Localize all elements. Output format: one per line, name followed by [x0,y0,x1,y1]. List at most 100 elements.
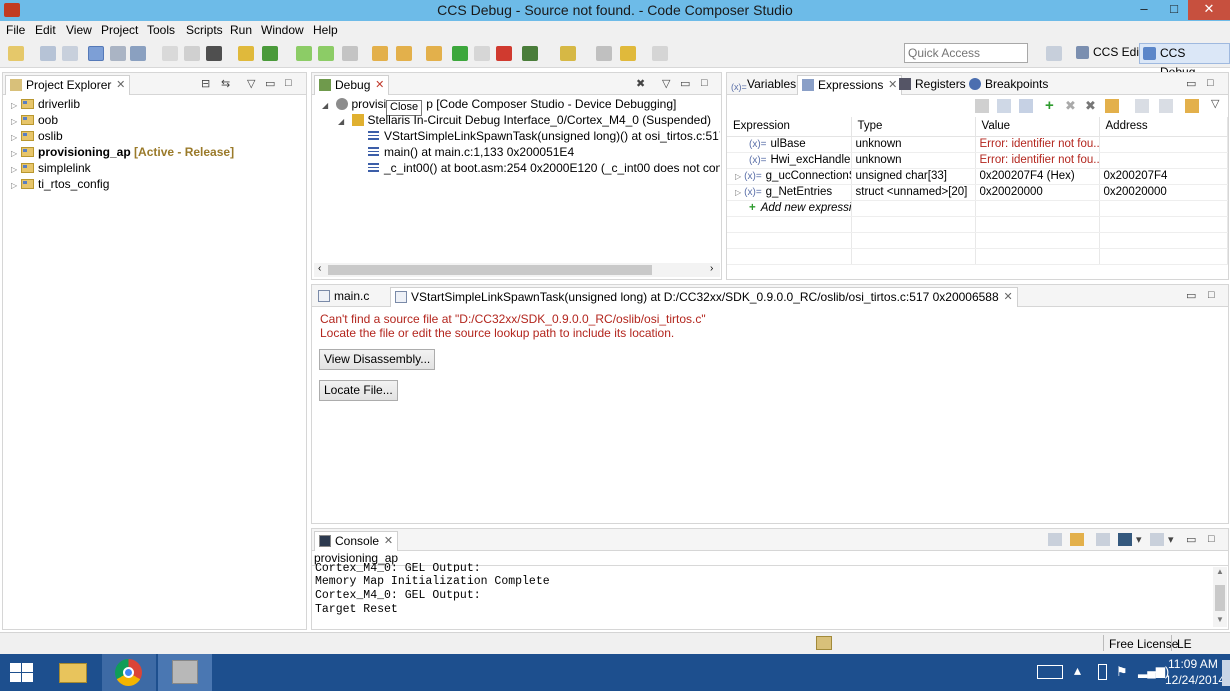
windows-start-icon[interactable] [10,663,34,683]
view-menu-icon[interactable]: ▽ [662,77,670,90]
debug-view-icon[interactable] [88,46,104,61]
view-menu-icon[interactable]: ▽ [247,77,255,90]
forward-icon[interactable] [652,46,668,61]
clock-date[interactable]: 12/24/2014 [1165,673,1225,687]
tree-item-simplelink[interactable]: ▷ simplelink [11,160,91,176]
menu-file[interactable]: File [6,23,25,37]
tab-source-not-found[interactable]: VStartSimpleLinkSpawnTask(unsigned long)… [390,287,1018,307]
tab-variables[interactable]: (x)= Variables [727,75,800,95]
continuous-refresh-icon[interactable] [1185,99,1199,113]
remove-icon[interactable]: ✖ [1065,98,1076,114]
minimize-view-icon[interactable]: ▭ [680,77,690,90]
close-icon[interactable]: ✕ [375,76,384,94]
close-icon[interactable]: ✕ [116,76,125,94]
menu-help[interactable]: Help [313,23,338,37]
column-value[interactable]: Value [975,117,1100,137]
open-dropdown-icon[interactable]: ▾ [1168,533,1174,546]
open-perspective-icon[interactable] [1046,46,1062,61]
terminate-icon[interactable] [496,46,512,61]
tree-item-ti-rtos-config[interactable]: ▷ ti_rtos_config [11,176,109,192]
save-icon[interactable] [40,46,56,61]
pin-console-icon[interactable] [1096,533,1110,546]
view-menu-icon[interactable]: ▽ [1211,97,1219,110]
quick-access-input[interactable] [904,43,1028,63]
chrome-taskbar-icon[interactable] [102,654,156,691]
display-dropdown-icon[interactable]: ▾ [1136,533,1142,546]
collapse-icon[interactable] [975,99,989,113]
stack-frame-0[interactable]: VStartSimpleLinkSpawnTask(unsigned long)… [368,128,720,144]
skip-breakpoints-icon[interactable] [184,46,200,61]
minimize-view-icon[interactable]: ▭ [1186,77,1196,90]
run-icon[interactable] [262,46,278,61]
clear-console-icon[interactable] [1048,533,1062,546]
close-icon[interactable]: ✕ [1003,288,1012,306]
build-icon[interactable] [206,46,222,61]
step-over-icon[interactable] [318,46,334,61]
menu-tools[interactable]: Tools [147,23,175,37]
open-console-icon[interactable] [1150,533,1164,546]
menu-edit[interactable]: Edit [35,23,56,37]
table-row[interactable]: (x)=Hwi_excHandlerFu unknown Error: iden… [727,152,1228,169]
tree-item-provisioning-ap[interactable]: ▷ provisioning_ap [Active - Release] [11,144,234,160]
maximize-button[interactable]: □ [1160,0,1188,20]
link-editor-icon[interactable]: ⇆ [221,77,230,90]
new-icon[interactable] [8,46,24,61]
table-row[interactable]: (x)= ulBase unknown Error: identifier not… [727,136,1228,153]
status-icon[interactable] [816,636,832,650]
export-icon[interactable] [1135,99,1149,113]
resume-icon[interactable] [452,46,468,61]
minimize-view-icon[interactable]: ▭ [1186,289,1196,302]
menu-scripts[interactable]: Scripts [186,23,223,37]
maximize-view-icon[interactable]: □ [285,77,292,89]
add-expression-icon[interactable]: + [1045,97,1054,114]
add-expression-row[interactable]: + Add new expressio [727,200,1228,217]
file-explorer-taskbar-icon[interactable] [46,654,100,691]
view-disassembly-button[interactable]: View Disassembly... [319,349,436,370]
tab-expressions[interactable]: Expressions ✕ [797,75,903,95]
stack-frame-2[interactable]: _c_int00() at boot.asm:254 0x2000E120 (_… [368,160,720,176]
perspective-ccs-debug[interactable]: CCS Debug [1139,43,1230,79]
column-address[interactable]: Address [1099,117,1228,137]
scroll-lock-icon[interactable] [1070,533,1084,546]
console-vscrollbar[interactable]: ▲ ▼ [1213,567,1227,627]
menu-project[interactable]: Project [101,23,138,37]
menu-window[interactable]: Window [261,23,304,37]
column-type[interactable]: Type [851,117,976,137]
tab-project-explorer[interactable]: Project Explorer ✕ [5,75,131,95]
minimize-button[interactable]: – [1130,0,1158,20]
locate-file-button[interactable]: Locate File... [319,380,398,401]
maximize-view-icon[interactable]: □ [1207,77,1214,89]
tree-item-oslib[interactable]: ▷ oslib [11,128,63,144]
close-window-button[interactable]: ✕ [1188,0,1230,20]
minimize-view-icon[interactable]: ▭ [1186,533,1196,546]
tab-registers[interactable]: Registers [895,75,970,95]
tree-item-driverlib[interactable]: ▷ driverlib [11,96,80,112]
column-expression[interactable]: Expression [727,117,852,137]
suspend-icon[interactable] [474,46,490,61]
maximize-view-icon[interactable]: □ [1208,533,1215,545]
battery-icon[interactable] [1098,664,1107,680]
display-console-icon[interactable] [1118,533,1132,546]
clock-time[interactable]: 11:09 AM [1168,657,1218,671]
close-icon[interactable]: ✕ [384,532,393,550]
maximize-view-icon[interactable]: □ [1208,289,1215,301]
last-edit-icon[interactable] [596,46,612,61]
tab-debug[interactable]: Debug ✕ [314,75,390,95]
tree-item-oob[interactable]: ▷ oob [11,112,58,128]
scroll-thumb[interactable] [328,265,652,275]
remove-all-icon[interactable]: ✖ [1085,98,1096,114]
debug-hscrollbar[interactable]: ‹ › [314,263,720,277]
minimize-view-icon[interactable]: ▭ [265,77,275,90]
tray-chevron-icon[interactable]: ▴ [1074,662,1081,679]
stack-frame-1[interactable]: main() at main.c:1,133 0x200051E4 [368,144,720,160]
reset-icon[interactable] [396,46,412,61]
remove-terminated-icon[interactable]: ✖ [636,77,645,90]
debug-config-icon[interactable] [522,46,538,61]
menu-view[interactable]: View [66,23,92,37]
maximize-view-icon[interactable]: □ [701,77,708,89]
collapse-all-icon[interactable]: ⊟ [201,77,210,90]
scroll-thumb[interactable] [1215,585,1225,611]
step-into-icon[interactable] [296,46,312,61]
ccs-taskbar-icon[interactable] [158,654,212,691]
table-row[interactable]: ▷ (x)= g_NetEntries struct <unnamed>[20] 0… [727,184,1228,201]
